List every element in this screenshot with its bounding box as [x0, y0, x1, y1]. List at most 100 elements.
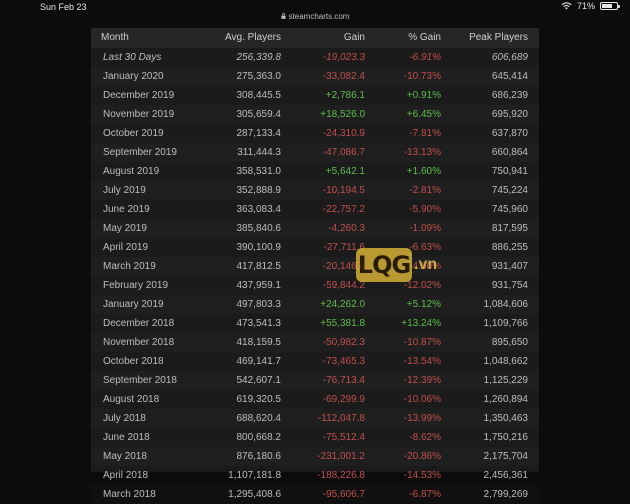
row-avg-players: 473,541.3 [236, 318, 282, 329]
row-gain: -188,226.8 [317, 470, 365, 481]
row-avg-players: 308,445.5 [236, 90, 282, 101]
row-peak-players: 931,407 [491, 261, 528, 272]
row-pct-gain: -1.09% [409, 223, 441, 234]
row-gain: -4,260.3 [328, 223, 365, 234]
row-month: December 2018 [103, 318, 175, 329]
watermark-logo: LQG .vn [356, 248, 437, 282]
row-month: November 2019 [103, 109, 175, 120]
row-month: April 2019 [103, 242, 149, 253]
header-avg-players[interactable]: Avg. Players [225, 28, 281, 48]
row-pct-gain: -6.87% [409, 489, 441, 500]
row-peak-players: 606,689 [491, 52, 528, 63]
row-peak-players: 637,870 [491, 128, 528, 139]
battery-icon [600, 2, 620, 10]
row-avg-players: 542,607.1 [236, 375, 282, 386]
row-avg-players: 469,141.7 [236, 356, 282, 367]
wifi-icon [561, 2, 572, 10]
header-gain[interactable]: Gain [344, 28, 365, 48]
row-avg-players: 275,363.0 [236, 71, 282, 82]
table-row: June 2018 800,668.2 -75,512.4 -8.62% 1,750,2… [91, 428, 539, 447]
row-month: February 2019 [103, 280, 169, 291]
row-gain: -19,023.3 [322, 52, 365, 63]
table-row: October 2018 469,141.7 -73,465.3 -13.54% 1,0… [91, 352, 539, 371]
row-peak-players: 750,941 [491, 166, 528, 177]
row-avg-players: 437,959.1 [236, 280, 282, 291]
row-avg-players: 363,083.4 [236, 204, 282, 215]
row-peak-players: 660,864 [491, 147, 528, 158]
row-pct-gain: -7.81% [409, 128, 441, 139]
row-gain: -112,047.8 [317, 413, 365, 424]
row-month: January 2020 [103, 71, 164, 82]
table-row: December 2019 308,445.5 +2,786.1 +0.91% 686,… [91, 86, 539, 105]
row-month: January 2019 [103, 299, 164, 310]
watermark-suffix: .vn [414, 256, 438, 273]
table-row: November 2019 305,659.4 +18,526.0 +6.45% 695… [91, 105, 539, 124]
row-gain: -22,757.2 [322, 204, 365, 215]
battery-fill [602, 4, 612, 8]
url-text[interactable]: steamcharts.com [289, 12, 350, 21]
row-gain: -69,299.9 [322, 394, 365, 405]
row-avg-players: 1,107,181.8 [228, 470, 281, 481]
row-pct-gain: -13.54% [403, 356, 441, 367]
row-peak-players: 1,350,463 [483, 413, 529, 424]
row-pct-gain: +1.60% [406, 166, 441, 177]
row-month: Last 30 Days [103, 52, 162, 63]
row-gain: -47,086.7 [322, 147, 365, 158]
row-pct-gain: -20.86% [403, 451, 441, 462]
row-month: October 2018 [103, 356, 164, 367]
row-peak-players: 745,960 [491, 204, 528, 215]
row-gain: -95,606.7 [322, 489, 365, 500]
table-row: February 2019 437,959.1 -59,844.2 -12.02% 93… [91, 276, 539, 295]
row-peak-players: 1,260,894 [483, 394, 529, 405]
row-peak-players: 817,595 [491, 223, 528, 234]
row-pct-gain: -6.91% [409, 52, 441, 63]
row-gain: -33,082.4 [322, 71, 365, 82]
row-gain: -75,512.4 [322, 432, 365, 443]
table-row: December 2018 473,541.3 +55,381.8 +13.24% 1,… [91, 314, 539, 333]
row-peak-players: 895,650 [491, 337, 528, 348]
row-avg-players: 619,320.5 [236, 394, 282, 405]
row-avg-players: 305,659.4 [236, 109, 282, 120]
row-month: April 2018 [103, 470, 149, 481]
table-row: June 2019 363,083.4 -22,757.2 -5.90% 745,960 [91, 200, 539, 219]
row-peak-players: 2,456,361 [483, 470, 529, 481]
table-row: July 2019 352,888.9 -10,194.5 -2.81% 745,224 [91, 181, 539, 200]
row-gain: -76,713.4 [322, 375, 365, 386]
row-avg-players: 876,180.6 [236, 451, 282, 462]
row-gain: -50,982.3 [322, 337, 365, 348]
table-header: Month Avg. Players Gain % Gain Peak Play… [91, 28, 539, 48]
row-peak-players: 686,239 [491, 90, 528, 101]
row-pct-gain: -13.13% [403, 147, 441, 158]
row-avg-players: 497,803.3 [236, 299, 282, 310]
row-peak-players: 645,414 [491, 71, 528, 82]
table-row: March 2018 1,295,408.6 -95,606.7 -6.87% 2,79… [91, 485, 539, 504]
address-bar[interactable]: steamcharts.com [0, 10, 630, 22]
row-month: July 2019 [103, 185, 146, 196]
row-avg-players: 385,840.6 [236, 223, 282, 234]
row-peak-players: 2,175,704 [483, 451, 529, 462]
row-month: June 2019 [103, 204, 150, 215]
table-row: January 2020 275,363.0 -33,082.4 -10.73% 645… [91, 67, 539, 86]
row-month: September 2019 [103, 147, 177, 158]
row-month: May 2018 [103, 451, 147, 462]
table-row: May 2019 385,840.6 -4,260.3 -1.09% 817,595 [91, 219, 539, 238]
row-pct-gain: -13.99% [403, 413, 441, 424]
row-avg-players: 287,133.4 [236, 128, 282, 139]
header-month[interactable]: Month [101, 28, 129, 48]
row-peak-players: 695,920 [491, 109, 528, 120]
row-peak-players: 2,799,269 [483, 489, 529, 500]
row-avg-players: 418,159.5 [236, 337, 282, 348]
watermark-brand: LQG [356, 248, 412, 282]
row-gain: -231,001.2 [317, 451, 365, 462]
header-pct-gain[interactable]: % Gain [408, 28, 441, 48]
table-row: August 2019 358,531.0 +5,642.1 +1.60% 750,94… [91, 162, 539, 181]
row-month: July 2018 [103, 413, 146, 424]
row-peak-players: 1,109,766 [483, 318, 529, 329]
header-peak-players[interactable]: Peak Players [469, 28, 528, 48]
row-gain: +5,642.1 [325, 166, 365, 177]
stats-table: Month Avg. Players Gain % Gain Peak Play… [91, 28, 539, 500]
row-peak-players: 745,224 [491, 185, 528, 196]
row-peak-players: 931,754 [491, 280, 528, 291]
row-avg-players: 1,295,408.6 [228, 489, 281, 500]
table-row: October 2019 287,133.4 -24,310.9 -7.81% 637,… [91, 124, 539, 143]
